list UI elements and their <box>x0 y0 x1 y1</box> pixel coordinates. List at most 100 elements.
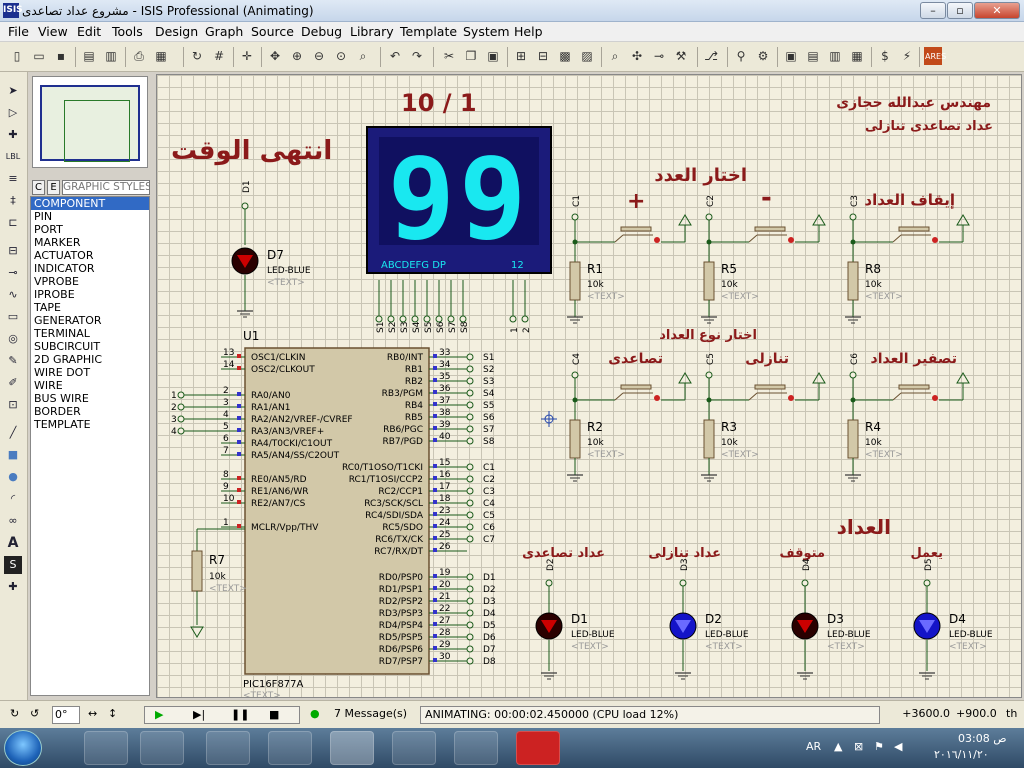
rotation-field[interactable]: 0° <box>52 706 80 724</box>
circle-tool-icon[interactable]: ● <box>4 468 22 486</box>
selector-item-port[interactable]: PORT <box>31 223 149 236</box>
wire-label-icon[interactable]: LBL <box>4 148 22 166</box>
button-c1[interactable]: C1 R1 10k <TEXT> <box>566 195 692 324</box>
path-tool-icon[interactable]: ∞ <box>4 512 22 530</box>
chrome-icon[interactable] <box>206 731 250 765</box>
overview-window[interactable] <box>32 76 148 168</box>
pen-tool-icon[interactable] <box>454 731 498 765</box>
property-tool-icon[interactable]: ⚙ <box>754 47 772 65</box>
menu-design[interactable]: Design <box>155 24 198 39</box>
zoom-all-icon[interactable]: ⊙ <box>332 47 350 65</box>
search-tag-icon[interactable]: ⚲ <box>732 47 750 65</box>
wire-autorouter-icon[interactable]: ⎇ <box>702 47 720 65</box>
selector-item-component[interactable]: COMPONENT <box>31 197 149 210</box>
menu-help[interactable]: Help <box>514 24 543 39</box>
menu-graph[interactable]: Graph <box>205 24 243 39</box>
tape-recorder-icon[interactable]: ▭ <box>4 308 22 326</box>
isis-app-icon[interactable]: ISIS <box>3 3 23 18</box>
button-c5[interactable]: C5 R3 10k <TEXT> <box>700 353 826 482</box>
menu-debug[interactable]: Debug <box>301 24 342 39</box>
zoom-in-icon[interactable]: ⊕ <box>288 47 306 65</box>
messages-count[interactable]: 7 Message(s) <box>334 706 414 724</box>
zoom-out-icon[interactable]: ⊖ <box>310 47 328 65</box>
generator-icon[interactable]: ◎ <box>4 330 22 348</box>
pan-icon[interactable]: ✥ <box>266 47 284 65</box>
maximize-button[interactable]: ▫ <box>947 2 973 19</box>
menu-template[interactable]: Template <box>400 24 457 39</box>
led-d4[interactable]: D5 D4 LED-BLUE <TEXT> <box>913 558 993 680</box>
graph-mode-icon[interactable]: ∿ <box>4 286 22 304</box>
origin-icon[interactable]: ✛ <box>238 47 256 65</box>
make-device-icon[interactable]: ✣ <box>628 47 646 65</box>
selector-item-template[interactable]: TEMPLATE <box>31 418 149 431</box>
stop-button[interactable]: ■ <box>269 707 279 723</box>
text-tool-icon[interactable]: A <box>4 534 22 552</box>
language-indicator[interactable]: AR <box>806 740 821 753</box>
selector-item-marker[interactable]: MARKER <box>31 236 149 249</box>
led-d2[interactable]: D3 D2 LED-BLUE <TEXT> <box>669 558 749 680</box>
menu-tools[interactable]: Tools <box>112 24 143 39</box>
explorer-folder-icon[interactable] <box>392 731 436 765</box>
selector-item-wire[interactable]: WIRE <box>31 379 149 392</box>
minimize-button[interactable]: – <box>920 2 946 19</box>
block-delete-icon[interactable]: ▨ <box>578 47 596 65</box>
selector-item-tape[interactable]: TAPE <box>31 301 149 314</box>
selector-item-terminal[interactable]: TERMINAL <box>31 327 149 340</box>
bus-mode-icon[interactable]: ‡ <box>4 192 22 210</box>
button-c6[interactable]: C6 R4 10k <TEXT> <box>844 353 970 482</box>
bill-of-materials-icon[interactable]: $ <box>876 47 894 65</box>
selection-mode-icon[interactable]: ➤ <box>4 82 22 100</box>
menu-system[interactable]: System <box>463 24 510 39</box>
import-icon[interactable]: ▤ <box>80 47 98 65</box>
pause-button[interactable]: ❚❚ <box>231 707 249 723</box>
block-copy-icon[interactable]: ⊞ <box>512 47 530 65</box>
selector-item-2d-graphic[interactable]: 2D GRAPHIC <box>31 353 149 366</box>
selector-item-generator[interactable]: GENERATOR <box>31 314 149 327</box>
current-probe-icon[interactable]: ✐ <box>4 374 22 392</box>
menu-source[interactable]: Source <box>251 24 294 39</box>
led-d3[interactable]: D4 D3 LED-BLUE <TEXT> <box>791 558 871 680</box>
undo-icon[interactable]: ↶ <box>386 47 404 65</box>
selector-item-pin[interactable]: PIN <box>31 210 149 223</box>
ares-netlist-icon[interactable]: ARES <box>924 47 946 65</box>
schematic-canvas[interactable]: 10 / 1 مهندس عبدالله حجازى عداد تصاعدى ت… <box>156 74 1022 698</box>
selector-item-actuator[interactable]: ACTUATOR <box>31 249 149 262</box>
isis-taskbar-icon[interactable] <box>330 731 374 765</box>
block-move-icon[interactable]: ⊟ <box>534 47 552 65</box>
cut-icon[interactable]: ✂ <box>440 47 458 65</box>
selector-item-wire-dot[interactable]: WIRE DOT <box>31 366 149 379</box>
redraw-icon[interactable]: ↻ <box>188 47 206 65</box>
start-button[interactable] <box>4 730 42 766</box>
internet-explorer-icon[interactable] <box>84 731 128 765</box>
selector-item-iprobe[interactable]: IPROBE <box>31 288 149 301</box>
line-tool-icon[interactable]: ╱ <box>4 424 22 442</box>
media-player-icon[interactable] <box>140 731 184 765</box>
info-icon[interactable]: ● <box>310 706 326 724</box>
subcircuit-mode-icon[interactable]: ⊏ <box>4 214 22 232</box>
button-c4[interactable]: C4 R2 10k <TEXT> <box>566 353 692 482</box>
clock-date[interactable]: ٢٠١٦/١١/٢٠ <box>934 748 989 761</box>
grid-toggle-icon[interactable]: # <box>210 47 228 65</box>
pic16f877a-mcu[interactable]: U1 PIC16F877A <TEXT> 13 OSC1/CLKIN14 OSC2/… <box>171 329 496 698</box>
junction-dot-icon[interactable]: ✚ <box>4 126 22 144</box>
redo-icon[interactable]: ↷ <box>408 47 426 65</box>
zoom-area-icon[interactable]: ⌕ <box>354 47 372 65</box>
show-hidden-icons-icon[interactable]: ▲ <box>834 740 842 753</box>
symbol-tool-icon[interactable]: S <box>4 556 22 574</box>
pick-from-libraries-button[interactable]: C <box>32 180 45 195</box>
electrical-rule-check-icon[interactable]: ⚡ <box>898 47 916 65</box>
led-d7[interactable]: D1 D7 LED-BLUE <TEXT> <box>231 180 311 318</box>
rotate-cw-icon[interactable]: ↻ <box>10 706 26 724</box>
device-pin-icon[interactable]: ⊸ <box>4 264 22 282</box>
menu-file[interactable]: File <box>8 24 29 39</box>
open-folder-icon[interactable]: ▭ <box>30 47 48 65</box>
print-area-icon[interactable]: ▦ <box>152 47 170 65</box>
selector-item-subcircuit[interactable]: SUBCIRCUIT <box>31 340 149 353</box>
marker-tool-icon[interactable]: ✚ <box>4 578 22 596</box>
selector-item-bus-wire[interactable]: BUS WIRE <box>31 392 149 405</box>
copy-icon[interactable]: ❐ <box>462 47 480 65</box>
save-icon[interactable]: ▪ <box>52 47 70 65</box>
zoom-to-child-icon[interactable]: ▦ <box>848 47 866 65</box>
flag-icon[interactable]: ⚑ <box>874 740 884 753</box>
box-tool-icon[interactable]: ■ <box>4 446 22 464</box>
